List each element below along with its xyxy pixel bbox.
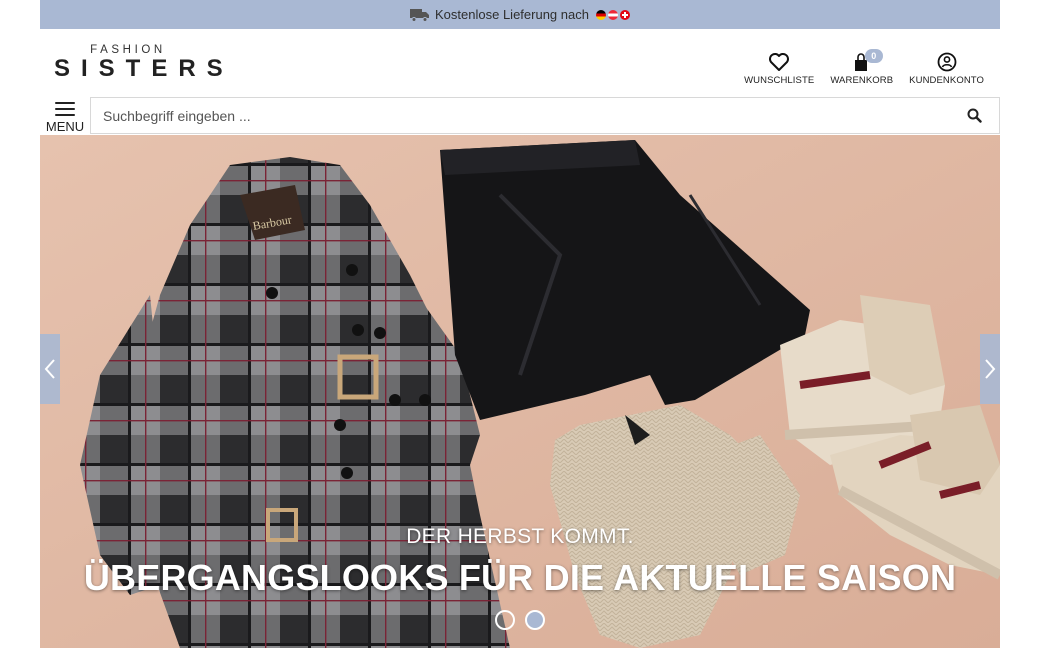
flags bbox=[595, 9, 630, 20]
logo[interactable]: FASHION SISTERS bbox=[46, 44, 234, 83]
site-header: FASHION SISTERS WUNSCHLISTE 0 WARENKORB … bbox=[40, 29, 1000, 97]
account-link[interactable]: KUNDENKONTO bbox=[909, 51, 984, 86]
truck-icon bbox=[410, 8, 430, 22]
hero-title[interactable]: ÜBERGANGSLOOKS FÜR DIE AKTUELLE SAISON bbox=[40, 557, 1000, 599]
shipping-banner: Kostenlose Lieferung nach bbox=[40, 0, 1000, 29]
menu-label: MENU bbox=[45, 119, 85, 134]
user-account-icon bbox=[936, 51, 958, 73]
shopping-bag-icon: 0 bbox=[851, 49, 883, 73]
heart-icon bbox=[768, 51, 790, 73]
cart-count-badge: 0 bbox=[864, 49, 883, 63]
search-button[interactable] bbox=[949, 98, 999, 133]
wishlist-link[interactable]: WUNSCHLISTE bbox=[744, 51, 814, 86]
search-bar bbox=[90, 97, 1000, 134]
hamburger-icon bbox=[55, 102, 75, 120]
search-input[interactable] bbox=[91, 98, 949, 133]
hero-subtitle: DER HERBST KOMMT. bbox=[406, 525, 634, 548]
slider-dot-1[interactable] bbox=[495, 610, 515, 630]
hero-slider[interactable]: Barbour DER HERBST KOMMT. ÜBERGANGSLOOKS… bbox=[40, 135, 1000, 648]
de-flag-icon bbox=[595, 9, 606, 20]
search-icon bbox=[967, 108, 982, 123]
wishlist-label: WUNSCHLISTE bbox=[744, 75, 815, 86]
slider-prev-button[interactable] bbox=[40, 334, 60, 404]
ch-flag-icon bbox=[619, 9, 630, 20]
slider-next-button[interactable] bbox=[980, 334, 1000, 404]
header-actions: WUNSCHLISTE 0 WARENKORB KUNDENKONTO bbox=[744, 49, 984, 86]
cart-label: WARENKORB bbox=[830, 75, 894, 86]
chevron-right-icon bbox=[985, 359, 996, 379]
cart-link[interactable]: 0 WARENKORB bbox=[830, 49, 894, 86]
chevron-left-icon bbox=[44, 359, 55, 379]
logo-wordmark: SISTERS bbox=[54, 55, 234, 82]
slider-dot-2[interactable] bbox=[525, 610, 545, 630]
at-flag-icon bbox=[607, 9, 618, 20]
shipping-text: Kostenlose Lieferung nach bbox=[435, 7, 589, 22]
menu-button[interactable]: MENU bbox=[40, 97, 90, 135]
slider-pagination bbox=[40, 610, 1000, 630]
account-label: KUNDENKONTO bbox=[909, 75, 984, 86]
